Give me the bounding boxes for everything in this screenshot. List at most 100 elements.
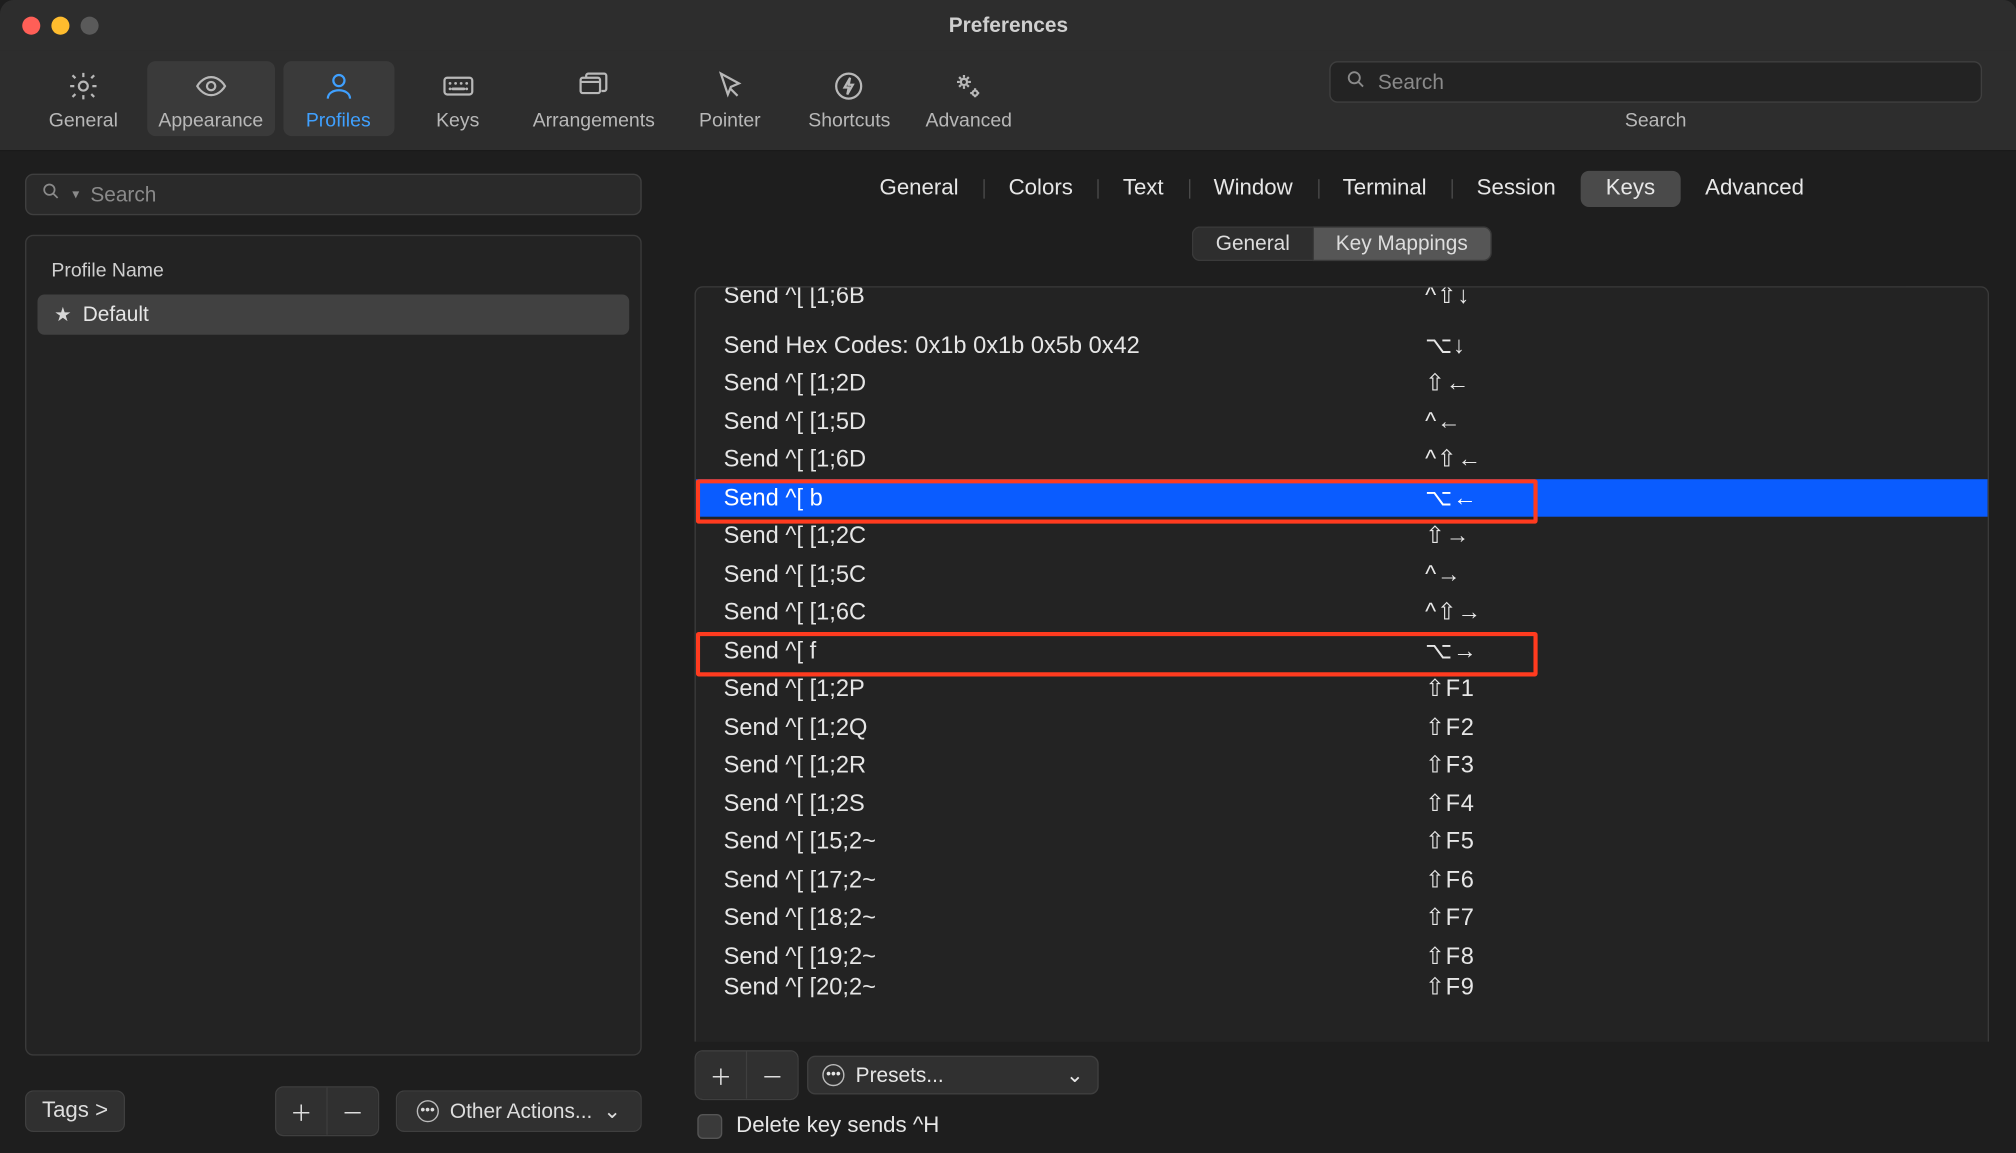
toolbar-profiles[interactable]: Profiles [283,61,394,136]
mapping-action: Send ^[ [19;2~ [724,937,1425,975]
mapping-shortcut: ⇧← [1425,364,1470,402]
panel-footer: ＋ － ••• Presets... ⌄ Delete key sends ^H [667,1042,2016,1153]
key-mappings-table[interactable]: Send ^[ [1;6B^⇧↓Send Hex Codes: 0x1b 0x1… [695,286,1990,1042]
mapping-action: Send ^[ [17;2~ [724,861,1425,899]
content-area: ▾ Profile Name ★Default Tags > ＋ － ••• [0,151,2016,1152]
mapping-row[interactable]: Send ^[ [1;2R⇧F3 [696,746,1988,784]
mapping-row[interactable]: Send ^[ [1;6B^⇧↓ [696,288,1988,326]
subtab-general[interactable]: General [1192,226,1312,261]
mapping-action: Send ^[ [1;2D [724,364,1425,402]
profile-search-field[interactable]: ▾ [25,174,642,216]
toolbar-shortcuts[interactable]: Shortcuts [794,61,905,136]
mapping-row[interactable]: Send ^[ [1;5C^→ [696,555,1988,593]
mapping-row[interactable]: Send ^[ [1;2S⇧F4 [696,784,1988,822]
sidebar: ▾ Profile Name ★Default Tags > ＋ － ••• [0,151,667,1152]
toolbar-search-field[interactable] [1329,61,1982,103]
mapping-row[interactable]: Send ^[ [1;2Q⇧F2 [696,708,1988,746]
toolbar-appearance[interactable]: Appearance [147,61,274,136]
mapping-row[interactable]: Send ^[ [17;2~⇧F6 [696,860,1988,898]
mapping-row[interactable]: Send ^[ [1;2C⇧→ [696,517,1988,555]
mapping-shortcut: ⇧F3 [1425,746,1474,784]
eye-icon [193,69,229,102]
tab-session[interactable]: Session [1452,171,1581,207]
tags-button[interactable]: Tags > [26,1092,123,1131]
subtab-key-mappings[interactable]: Key Mappings [1312,226,1491,261]
toolbar-advanced[interactable]: Advanced [913,61,1024,136]
toolbar-label: Advanced [926,108,1013,130]
toolbar-label: Profiles [306,108,371,130]
mapping-shortcut: ⇧F7 [1425,899,1474,937]
pointer-icon [712,69,748,102]
mapping-row[interactable]: Send ^[ f⌥→ [696,631,1988,669]
window-title: Preferences [0,13,2016,37]
toolbar-label: Appearance [158,108,263,130]
other-actions-button[interactable]: ••• Other Actions... ⌄ [397,1092,640,1131]
windows-icon [576,69,612,102]
profile-row[interactable]: ★Default [38,294,630,334]
profile-name: Default [83,303,149,327]
mapping-row[interactable]: Send ^[ [1;6C^⇧→ [696,593,1988,631]
ellipsis-icon: ••• [417,1100,439,1122]
mapping-row[interactable]: Send ^[ b⌥← [696,479,1988,517]
tab-keys[interactable]: Keys [1581,171,1680,207]
mapping-action: Send ^[ [1;2Q [724,708,1425,746]
presets-label: Presets... [856,1063,944,1087]
chevron-down-icon: ⌄ [603,1099,620,1124]
toolbar-arrangements[interactable]: Arrangements [522,61,666,136]
mapping-shortcut: ⇧F5 [1425,823,1474,861]
search-icon [40,181,61,209]
remove-mapping-button[interactable]: － [747,1051,797,1098]
mapping-shortcut: ⌥→ [1425,632,1477,670]
add-profile-button[interactable]: ＋ [276,1088,327,1135]
tab-general[interactable]: General [855,171,984,207]
mapping-action: Send ^[ b [724,479,1425,517]
mapping-shortcut: ^⇧← [1425,441,1482,479]
toolbar: General Appearance Profiles Keys Arrange… [0,50,2016,151]
remove-profile-button[interactable]: － [328,1088,378,1135]
profile-search-input[interactable] [90,183,626,207]
mapping-shortcut: ^→ [1425,555,1461,593]
mapping-shortcut: ⇧F2 [1425,708,1474,746]
profile-panel: GeneralColorsTextWindowTerminalSessionKe… [667,151,2016,1152]
mapping-row[interactable]: Send ^[ [15;2~⇧F5 [696,822,1988,860]
tags-label: Tags > [42,1099,108,1124]
keys-subtabbar: GeneralKey Mappings [667,221,2016,267]
profile-list-header: Profile Name [26,250,640,294]
mapping-row[interactable]: Send ^[ [1;5D^← [696,402,1988,440]
tab-terminal[interactable]: Terminal [1318,171,1452,207]
mapping-action: Send Hex Codes: 0x1b 0x1b 0x5b 0x42 [724,326,1425,364]
tab-advanced[interactable]: Advanced [1680,171,1829,207]
preferences-window: Preferences General Appearance Profiles [0,0,2016,1153]
toolbar-label: Pointer [699,108,761,130]
delete-key-checkbox[interactable] [697,1114,722,1139]
profile-list: Profile Name ★Default [25,235,642,1056]
tab-text[interactable]: Text [1098,171,1189,207]
mapping-action: Send ^[ [1;6C [724,593,1425,631]
mapping-shortcut: ⇧→ [1425,517,1470,555]
toolbar-label: Arrangements [533,108,655,130]
mapping-row[interactable]: Send ^[ [1;6D^⇧← [696,440,1988,478]
mapping-row[interactable]: Send ^[ [1;2P⇧F1 [696,669,1988,707]
toolbar-general[interactable]: General [28,61,139,136]
add-mapping-button[interactable]: ＋ [696,1051,747,1098]
mapping-row[interactable]: Send Hex Codes: 0x1b 0x1b 0x5b 0x42⌥↓ [696,326,1988,364]
mapping-shortcut: ⌥↓ [1425,326,1465,364]
mapping-row[interactable]: Send ^[ [1;2D⇧← [696,364,1988,402]
chevron-down-icon: ⌄ [1066,1063,1083,1088]
mapping-row[interactable]: Send ^[ [18;2~⇧F7 [696,899,1988,937]
toolbar-pointer[interactable]: Pointer [674,61,785,136]
presets-button[interactable]: ••• Presets... ⌄ [807,1056,1099,1095]
toolbar-keys[interactable]: Keys [402,61,513,136]
mapping-row[interactable]: Send ^[ [20;2~⇧F9 [696,975,1988,997]
mapping-action: Send ^[ f [724,632,1425,670]
tab-colors[interactable]: Colors [984,171,1098,207]
toolbar-search-input[interactable] [1378,70,1967,94]
mapping-action: Send ^[ [15;2~ [724,823,1425,861]
toolbar-search-label: Search [1625,108,1687,130]
mapping-action: Send ^[ [1;2C [724,517,1425,555]
mapping-row[interactable]: Send ^[ [19;2~⇧F8 [696,937,1988,975]
mapping-action: Send ^[ [1;5D [724,402,1425,440]
mapping-action: Send ^[ [1;6D [724,441,1425,479]
profile-tabbar: GeneralColorsTextWindowTerminalSessionKe… [667,165,2016,212]
tab-window[interactable]: Window [1189,171,1318,207]
